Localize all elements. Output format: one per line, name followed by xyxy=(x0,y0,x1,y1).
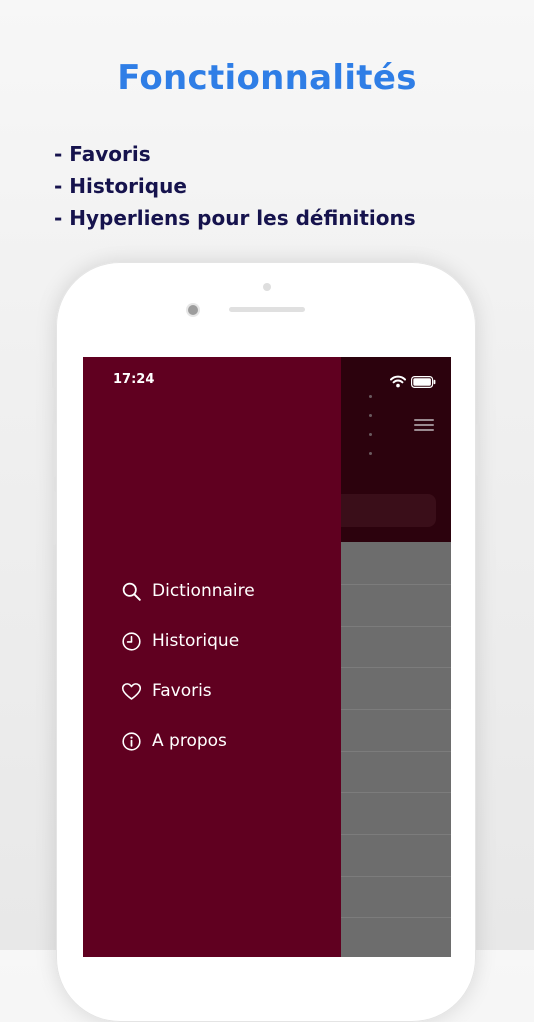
drawer-item-dictionnaire[interactable]: Dictionnaire xyxy=(121,566,255,616)
signal-icon xyxy=(369,383,373,459)
phone-screen: e 17:24 Dictionnaire xyxy=(83,357,451,957)
clock-icon xyxy=(122,631,141,651)
volume-up-button xyxy=(52,423,56,477)
drawer-item-label: Historique xyxy=(152,631,240,651)
heart-icon xyxy=(121,682,142,700)
drawer-item-a-propos[interactable]: A propos xyxy=(121,716,255,766)
mute-switch xyxy=(52,362,56,388)
feature-item: - Hyperliens pour les définitions xyxy=(54,206,416,230)
wifi-icon xyxy=(390,375,406,388)
drawer-item-favoris[interactable]: Favoris xyxy=(121,666,255,716)
proximity-sensor xyxy=(263,283,271,291)
feature-item: - Historique xyxy=(54,174,187,198)
front-camera xyxy=(188,305,198,315)
status-time: 17:24 xyxy=(113,372,155,387)
hamburger-icon[interactable] xyxy=(414,419,434,431)
battery-icon xyxy=(411,376,436,388)
drawer-item-label: A propos xyxy=(152,731,227,751)
navigation-drawer: 17:24 Dictionnaire Historique Favoris A … xyxy=(83,357,341,957)
power-button xyxy=(476,424,480,476)
feature-item: - Favoris xyxy=(54,142,151,166)
drawer-item-label: Favoris xyxy=(152,681,212,701)
drawer-item-label: Dictionnaire xyxy=(152,581,255,601)
search-icon xyxy=(122,582,141,601)
drawer-item-historique[interactable]: Historique xyxy=(121,616,255,666)
info-icon xyxy=(122,731,141,751)
drawer-menu: Dictionnaire Historique Favoris A propos xyxy=(121,566,255,766)
feature-list: - Favoris - Historique - Hyperliens pour… xyxy=(54,138,416,234)
volume-down-button xyxy=(52,491,56,545)
promo-title: Fonctionnalités xyxy=(117,58,417,98)
earpiece-speaker xyxy=(229,307,305,312)
